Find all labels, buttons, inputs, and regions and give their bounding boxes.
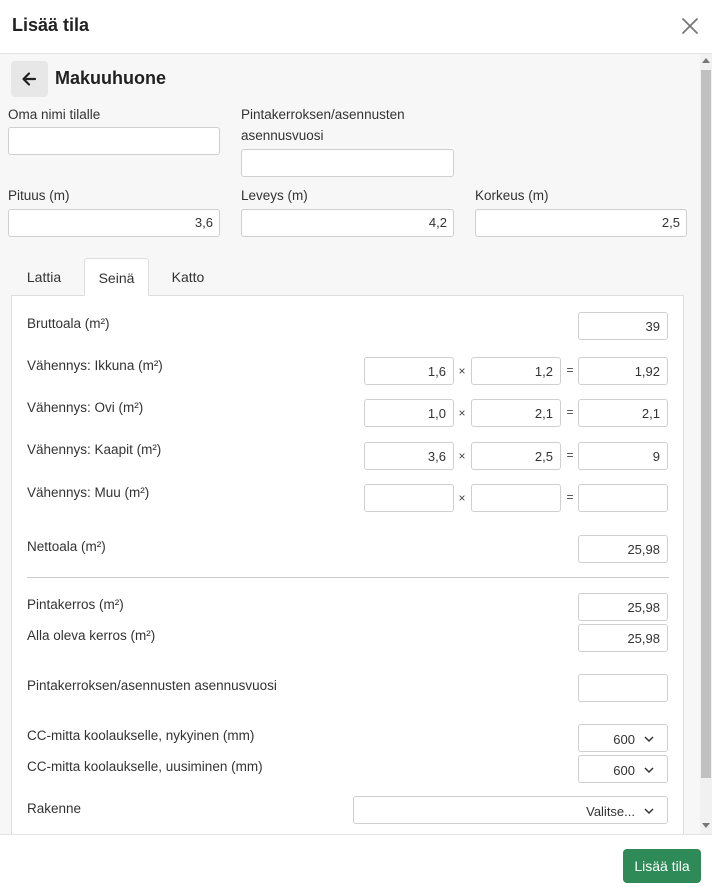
scrollbar[interactable] bbox=[700, 54, 712, 834]
structure-select[interactable]: Valitse... bbox=[353, 796, 668, 824]
scrollbar-thumb[interactable] bbox=[701, 70, 711, 778]
width-label: Leveys (m) bbox=[241, 188, 308, 203]
modal-header: Lisää tila bbox=[0, 0, 712, 54]
tab-lattia[interactable]: Lattia bbox=[12, 258, 76, 296]
length-input[interactable]: 3,6 bbox=[8, 209, 220, 237]
modal-footer: Lisää tila bbox=[0, 834, 712, 894]
tab-panel-seina: Bruttoala (m²) 39 Vähennys: Ikkuna (m²) … bbox=[11, 295, 684, 834]
cc-current-label: CC-mitta koolaukselle, nykyinen (mm) bbox=[27, 728, 255, 743]
add-room-button[interactable]: Lisää tila bbox=[623, 849, 701, 883]
reduction-window-label: Vähennys: Ikkuna (m²) bbox=[27, 358, 163, 373]
gross-area-input[interactable]: 39 bbox=[578, 312, 668, 340]
tab-katto[interactable]: Katto bbox=[156, 258, 220, 296]
panel-install-year-label: Pintakerroksen/asennusten asennusvuosi bbox=[27, 678, 277, 693]
modal-body: Makuuhuone Oma nimi tilalle Pintakerroks… bbox=[0, 54, 712, 834]
equals-sign: = bbox=[566, 405, 574, 419]
reduction-cabinets-height-input[interactable]: 2,5 bbox=[471, 442, 561, 470]
own-name-label: Oma nimi tilalle bbox=[8, 107, 101, 122]
width-input[interactable]: 4,2 bbox=[241, 209, 454, 237]
times-sign: × bbox=[458, 406, 466, 420]
reduction-door-height-input[interactable]: 2,1 bbox=[471, 399, 561, 427]
modal-title: Lisää tila bbox=[12, 15, 90, 35]
equals-sign: = bbox=[566, 363, 574, 377]
install-year-input[interactable] bbox=[241, 149, 454, 177]
divider bbox=[27, 577, 669, 578]
cc-current-select[interactable]: 600 bbox=[578, 724, 668, 752]
cc-renewal-select[interactable]: 600 bbox=[578, 755, 668, 783]
room-title: Makuuhuone bbox=[55, 68, 166, 88]
net-area-input[interactable]: 25,98 bbox=[578, 535, 668, 563]
own-name-input[interactable] bbox=[8, 127, 220, 155]
equals-sign: = bbox=[566, 490, 574, 504]
height-label: Korkeus (m) bbox=[475, 188, 549, 203]
panel-install-year-input[interactable] bbox=[578, 674, 668, 702]
scroll-up-arrow-icon[interactable] bbox=[702, 58, 710, 63]
structure-label: Rakenne bbox=[27, 801, 82, 816]
install-year-label: Pintakerroksen/asennusten asennusvuosi bbox=[241, 107, 405, 143]
close-button[interactable] bbox=[678, 14, 702, 38]
under-layer-input[interactable]: 25,98 bbox=[578, 624, 668, 652]
height-input[interactable]: 2,5 bbox=[475, 209, 687, 237]
structure-value: Valitse... bbox=[586, 804, 635, 819]
times-sign: × bbox=[458, 364, 466, 378]
reduction-door-result-input[interactable]: 2,1 bbox=[578, 399, 668, 427]
surface-layer-label: Pintakerros (m²) bbox=[27, 597, 124, 612]
back-button[interactable] bbox=[11, 61, 48, 97]
arrow-left-icon bbox=[22, 72, 37, 86]
reduction-window-width-input[interactable]: 1,6 bbox=[364, 357, 454, 385]
tab-seina[interactable]: Seinä bbox=[84, 258, 149, 296]
close-icon bbox=[682, 18, 698, 34]
cc-renewal-label: CC-mitta koolaukselle, uusiminen (mm) bbox=[27, 759, 263, 774]
equals-sign: = bbox=[566, 448, 574, 462]
reduction-other-height-input[interactable] bbox=[471, 484, 561, 512]
surface-layer-input[interactable]: 25,98 bbox=[578, 593, 668, 621]
reduction-door-width-input[interactable]: 1,0 bbox=[364, 399, 454, 427]
reduction-other-result-input[interactable] bbox=[578, 484, 668, 512]
reduction-cabinets-result-input[interactable]: 9 bbox=[578, 442, 668, 470]
cc-renewal-value: 600 bbox=[613, 763, 635, 778]
reduction-door-label: Vähennys: Ovi (m²) bbox=[27, 400, 144, 415]
chevron-down-icon bbox=[644, 808, 654, 815]
reduction-cabinets-label: Vähennys: Kaapit (m²) bbox=[27, 442, 162, 457]
gross-area-label: Bruttoala (m²) bbox=[27, 316, 110, 331]
scroll-down-arrow-icon[interactable] bbox=[702, 823, 710, 828]
length-label: Pituus (m) bbox=[8, 188, 70, 203]
times-sign: × bbox=[458, 491, 466, 505]
times-sign: × bbox=[458, 449, 466, 463]
reduction-window-result-input[interactable]: 1,92 bbox=[578, 357, 668, 385]
cc-current-value: 600 bbox=[613, 732, 635, 747]
chevron-down-icon bbox=[644, 736, 654, 743]
reduction-other-width-input[interactable] bbox=[364, 484, 454, 512]
chevron-down-icon bbox=[644, 767, 654, 774]
net-area-label: Nettoala (m²) bbox=[27, 539, 106, 554]
reduction-cabinets-width-input[interactable]: 3,6 bbox=[364, 442, 454, 470]
reduction-window-height-input[interactable]: 1,2 bbox=[471, 357, 561, 385]
reduction-other-label: Vähennys: Muu (m²) bbox=[27, 485, 150, 500]
under-layer-label: Alla oleva kerros (m²) bbox=[27, 628, 156, 643]
